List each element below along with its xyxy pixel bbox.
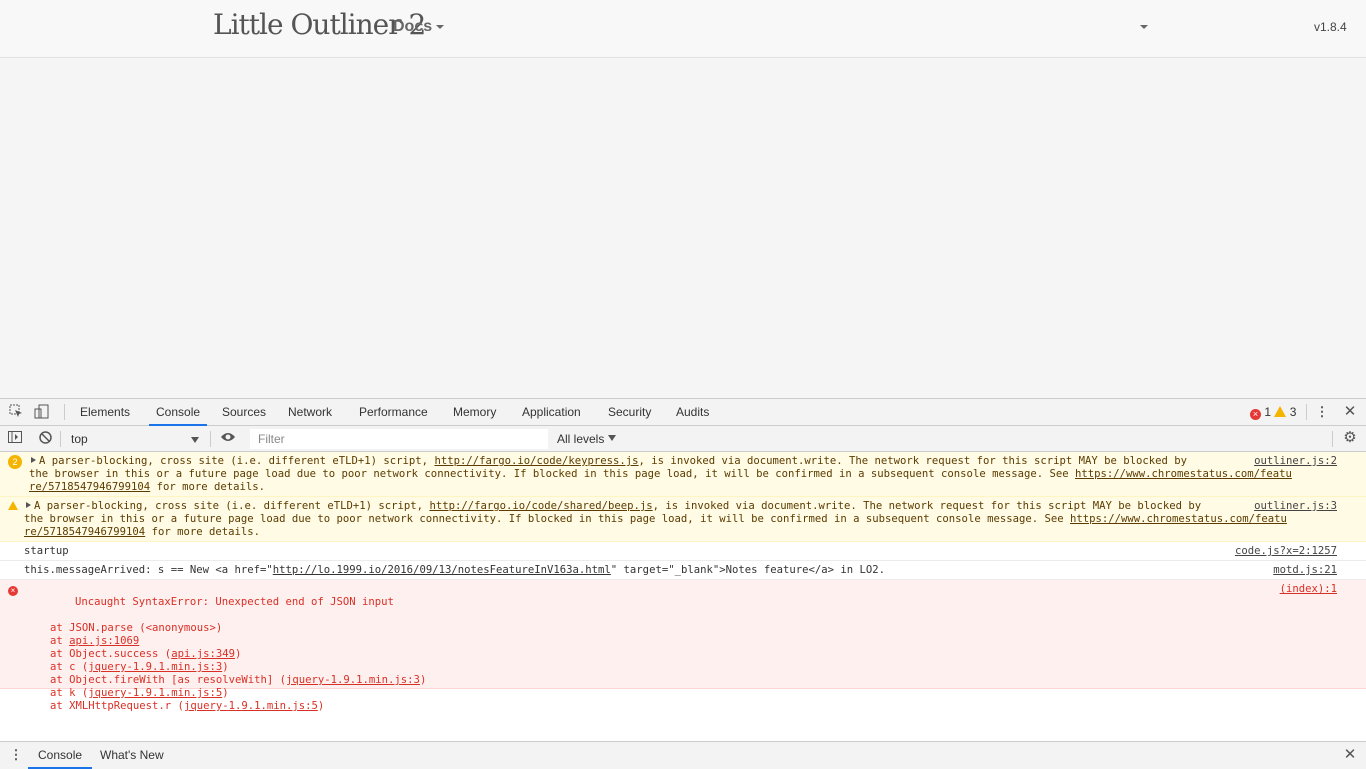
drawer-tabbar: ⋮ Console What's New ✕ xyxy=(0,741,1366,769)
outline-area[interactable] xyxy=(0,58,1366,398)
stack-frame: at Object.fireWith [as resolveWith] (jqu… xyxy=(50,674,427,686)
source-link[interactable]: motd.js:21 xyxy=(1273,564,1337,577)
warning-count-badge: 2 xyxy=(8,455,22,469)
drawer-tab-console[interactable]: Console xyxy=(28,742,93,769)
console-message-warning[interactable]: A parser-blocking, cross site (i.e. diff… xyxy=(0,497,1366,542)
tab-security[interactable]: Security xyxy=(601,399,658,426)
tab-network[interactable]: Network xyxy=(281,399,339,426)
chromestatus-link[interactable]: https://www.chromestatus.com/featu xyxy=(1075,468,1292,480)
log-levels-label: All levels xyxy=(557,432,605,446)
tab-sources[interactable]: Sources xyxy=(215,399,273,426)
stack-frame-link[interactable]: jquery-1.9.1.min.js:3 xyxy=(286,674,420,686)
source-link[interactable]: outliner.js:3 xyxy=(1254,500,1337,513)
message-text: A parser-blocking, cross site (i.e. diff… xyxy=(31,455,1251,468)
divider xyxy=(1332,431,1333,447)
tab-performance[interactable]: Performance xyxy=(352,399,435,426)
more-options-icon[interactable]: ⋮ xyxy=(1314,404,1330,420)
expand-arrow-icon[interactable] xyxy=(26,502,31,508)
stack-frame: at api.js:1069 xyxy=(50,635,140,647)
stack-frame: at k (jquery-1.9.1.min.js:5) xyxy=(50,687,229,699)
message-text: startup xyxy=(24,545,69,557)
context-value: top xyxy=(71,432,88,446)
stack-frame-link[interactable]: jquery-1.9.1.min.js:5 xyxy=(88,687,222,699)
tab-memory[interactable]: Memory xyxy=(446,399,503,426)
tab-application[interactable]: Application xyxy=(515,399,588,426)
console-message-log[interactable]: startup code.js?x=2:1257 xyxy=(0,542,1366,561)
notes-feature-link[interactable]: http://lo.1999.io/2016/09/13/notesFeatur… xyxy=(273,564,611,576)
divider xyxy=(64,404,65,420)
tab-console[interactable]: Console xyxy=(149,399,208,426)
chevron-down-icon[interactable] xyxy=(1140,25,1148,29)
chevron-down-icon xyxy=(608,435,617,441)
docs-menu-label: Docs xyxy=(393,18,433,35)
tab-audits[interactable]: Audits xyxy=(669,399,716,426)
warning-icon xyxy=(8,501,18,514)
stack-frame-link[interactable]: api.js:349 xyxy=(171,648,235,660)
tab-elements[interactable]: Elements xyxy=(73,399,137,426)
console-toolbar: top All levels ⚙ xyxy=(0,426,1366,452)
message-text: this.messageArrived: s == New <a href="h… xyxy=(24,564,886,576)
chromestatus-link-continued[interactable]: re/5718547946799104 xyxy=(24,526,145,538)
stack-frame: at c (jquery-1.9.1.min.js:3) xyxy=(50,661,229,673)
chromestatus-link-continued[interactable]: re/5718547946799104 xyxy=(29,481,150,493)
sidebar-toggle-icon[interactable] xyxy=(7,431,23,447)
message-text: Uncaught SyntaxError: Unexpected end of … xyxy=(24,583,426,739)
message-text: A parser-blocking, cross site (i.e. diff… xyxy=(26,500,1256,513)
drawer-tab-whats-new[interactable]: What's New xyxy=(90,742,174,769)
stack-frame: at JSON.parse (<anonymous>) xyxy=(50,622,223,634)
chevron-down-icon xyxy=(436,24,445,29)
warning-icon xyxy=(1274,406,1287,417)
drawer-menu-icon[interactable]: ⋮ xyxy=(8,747,24,763)
inspect-element-icon[interactable] xyxy=(8,404,24,420)
script-link[interactable]: http://fargo.io/code/keypress.js xyxy=(434,455,638,467)
app-header: Little Outliner 2 Docs v1.8.4 xyxy=(0,0,1366,58)
clear-console-icon[interactable] xyxy=(37,431,53,447)
divider xyxy=(60,431,61,447)
warning-count: 3 xyxy=(1289,405,1297,419)
chromestatus-link[interactable]: https://www.chromestatus.com/featu xyxy=(1070,513,1287,525)
divider xyxy=(210,431,211,447)
stack-frame: at XMLHttpRequest.r (jquery-1.9.1.min.js… xyxy=(50,700,325,712)
eye-icon[interactable] xyxy=(220,431,236,447)
gear-icon[interactable]: ⚙ xyxy=(1342,430,1358,446)
context-select[interactable]: top xyxy=(65,430,205,448)
stack-frame-link[interactable]: jquery-1.9.1.min.js:5 xyxy=(184,700,318,712)
divider xyxy=(1306,404,1307,420)
log-levels-dropdown[interactable]: All levels xyxy=(557,430,617,448)
device-toolbar-icon[interactable] xyxy=(34,404,50,420)
message-text-continued: the browser in this or a future page loa… xyxy=(29,468,1292,493)
console-message-warning[interactable]: 2 A parser-blocking, cross site (i.e. di… xyxy=(0,452,1366,497)
console-message-log[interactable]: this.messageArrived: s == New <a href="h… xyxy=(0,561,1366,580)
version-label: v1.8.4 xyxy=(1314,20,1347,34)
close-icon[interactable]: ✕ xyxy=(1342,747,1358,763)
script-link[interactable]: http://fargo.io/code/shared/beep.js xyxy=(429,500,652,512)
message-text-continued: the browser in this or a future page loa… xyxy=(24,513,1287,538)
source-link[interactable]: code.js?x=2:1257 xyxy=(1235,545,1337,558)
close-icon[interactable]: ✕ xyxy=(1342,404,1358,420)
error-icon: × xyxy=(1250,409,1261,420)
devtools-tabbar: Elements Console Sources Network Perform… xyxy=(0,399,1366,426)
error-icon: × xyxy=(8,584,18,597)
stack-trace: at JSON.parse (<anonymous>) at api.js:106… xyxy=(24,622,426,713)
stack-frame-link[interactable]: api.js:1069 xyxy=(69,635,139,647)
issue-counter[interactable]: × 1 3 xyxy=(1250,405,1296,420)
console-messages: 2 A parser-blocking, cross site (i.e. di… xyxy=(0,452,1366,761)
docs-menu[interactable]: Docs xyxy=(393,18,445,36)
stack-frame-link[interactable]: jquery-1.9.1.min.js:3 xyxy=(88,661,222,673)
devtools-panel: Elements Console Sources Network Perform… xyxy=(0,398,1366,769)
expand-arrow-icon[interactable] xyxy=(31,457,36,463)
filter-input[interactable] xyxy=(250,429,548,449)
source-link[interactable]: (index):1 xyxy=(1280,583,1337,596)
error-count: 1 xyxy=(1264,405,1272,419)
stack-frame: at Object.success (api.js:349) xyxy=(50,648,242,660)
source-link[interactable]: outliner.js:2 xyxy=(1254,455,1337,468)
console-message-error[interactable]: × Uncaught SyntaxError: Unexpected end o… xyxy=(0,580,1366,712)
chevron-down-icon xyxy=(191,437,199,443)
